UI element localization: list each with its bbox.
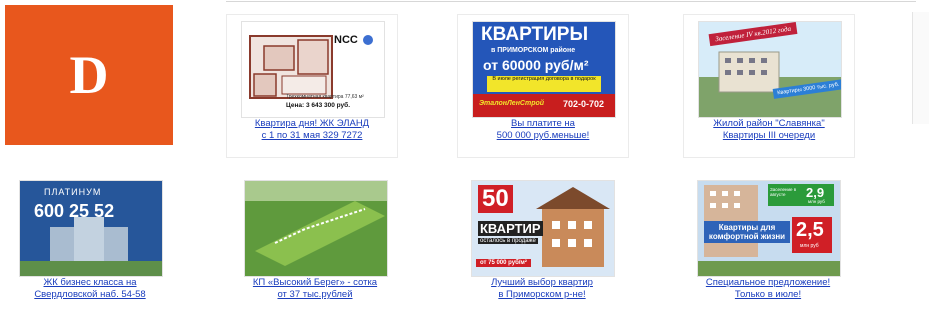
logo-letter: D bbox=[69, 45, 109, 105]
ad-phone: 702-0-702 bbox=[563, 99, 605, 109]
badge-top-unit: млн руб bbox=[808, 199, 825, 204]
ad-caption[interactable]: Вы платите на 500 000 руб.меньше! bbox=[458, 118, 628, 142]
ad-caption[interactable]: Специальное предложение! Только в июле! bbox=[683, 277, 853, 301]
ad-subtitle: в ПРИМОРСКОМ районе bbox=[491, 47, 576, 54]
brand-name: ПЛАТИНУМ bbox=[44, 187, 102, 197]
caption-line[interactable]: КП «Высокий Берег» - сотка bbox=[230, 277, 400, 289]
brand-phone: 600 25 52 bbox=[34, 201, 115, 221]
plan-text: Трехкомнатная квартира 77,63 м² bbox=[286, 94, 364, 100]
ad-card-vysokiy-bereg[interactable]: КП «Высокий Берег» - сотка от 37 тыс.руб… bbox=[230, 172, 400, 312]
caption-line[interactable]: Квартира дня! ЖК ЭЛАНД bbox=[227, 118, 397, 130]
caption-line[interactable]: 500 000 руб.меньше! bbox=[458, 130, 628, 142]
ad-caption[interactable]: Жилой район "Славянка" Квартиры III очер… bbox=[684, 118, 854, 142]
caption-line[interactable]: от 37 тыс.рублей bbox=[230, 289, 400, 301]
ad-company: ЭталонЛенСтрой bbox=[479, 100, 545, 107]
ad-image-50-kvartir[interactable]: 50 КВАРТИР осталось в продаже от 75 000 … bbox=[471, 180, 615, 277]
ad-card-platinum[interactable]: ПЛАТИНУМ 600 25 52 ЖК бизнес класса на С… bbox=[5, 172, 175, 312]
caption-line[interactable]: Вы платите на bbox=[458, 118, 628, 130]
ad-card-50-kvartir[interactable]: 50 КВАРТИР осталось в продаже от 75 000 … bbox=[457, 172, 627, 312]
site-logo[interactable]: D bbox=[5, 5, 173, 145]
caption-line[interactable]: Жилой район "Славянка" bbox=[684, 118, 854, 130]
ad-title: КВАРТИР bbox=[478, 221, 543, 236]
ad-card-primorsky[interactable]: КВАРТИРЫ в ПРИМОРСКОМ районе от 60000 ру… bbox=[457, 14, 629, 158]
ad-image-primorsky[interactable]: КВАРТИРЫ в ПРИМОРСКОМ районе от 60000 ру… bbox=[472, 21, 616, 118]
ncc-brand: NCC bbox=[334, 34, 358, 46]
ad-image-slavyanka[interactable]: Заселение IV кв.2012 года Квартиры 3000 … bbox=[698, 21, 842, 118]
aerial-photo bbox=[245, 181, 387, 276]
caption-line[interactable]: ЖК бизнес класса на bbox=[5, 277, 175, 289]
caption-line[interactable]: с 1 по 31 мая 329 7272 bbox=[227, 130, 397, 142]
badge-main-value: 2,5 bbox=[796, 219, 824, 241]
ad-price: от 75 000 руб/м² bbox=[476, 259, 531, 267]
caption-line[interactable]: Свердловской наб. 54-58 bbox=[5, 289, 175, 301]
caption-line[interactable]: Лучший выбор квартир bbox=[457, 277, 627, 289]
ad-subtitle: осталось в продаже bbox=[478, 238, 538, 244]
ad-title: КВАРТИРЫ bbox=[481, 24, 589, 45]
ad-note: В июле регистрация договора в подарок bbox=[487, 76, 601, 92]
ad-caption[interactable]: КП «Высокий Берег» - сотка от 37 тыс.руб… bbox=[230, 277, 400, 301]
ad-caption[interactable]: ЖК бизнес класса на Свердловской наб. 54… bbox=[5, 277, 175, 301]
ad-number: 50 bbox=[478, 185, 513, 213]
plan-price: Цена: 3 643 300 руб. bbox=[286, 102, 350, 109]
badge-top-label: Заселение в августе bbox=[770, 187, 797, 197]
badge-main-unit: млн руб bbox=[800, 243, 819, 249]
ad-card-eland[interactable]: NCC Трехкомнатная квартира 77,63 м² Цена… bbox=[226, 14, 398, 158]
ad-card-special-offer[interactable]: Заселение в августе 2,9 млн руб Квартиры… bbox=[683, 172, 853, 312]
ad-headline: Квартиры для комфортной жизни bbox=[704, 221, 790, 243]
badge-main: 2,5 млн руб bbox=[792, 217, 832, 253]
ad-caption[interactable]: Квартира дня! ЖК ЭЛАНД с 1 по 31 мая 329… bbox=[227, 118, 397, 142]
ad-image-eland[interactable]: NCC Трехкомнатная квартира 77,63 м² Цена… bbox=[241, 21, 385, 118]
badge-top-value: 2,9 bbox=[806, 185, 825, 200]
ad-image-platinum[interactable]: ПЛАТИНУМ 600 25 52 bbox=[19, 180, 163, 277]
ad-card-slavyanka[interactable]: Заселение IV кв.2012 года Квартиры 3000 … bbox=[683, 14, 855, 158]
caption-line[interactable]: Специальное предложение! bbox=[683, 277, 853, 289]
caption-line[interactable]: в Приморском р-не! bbox=[457, 289, 627, 301]
ad-price: от 60000 руб/м² bbox=[483, 57, 589, 73]
badge-top: Заселение в августе 2,9 млн руб bbox=[768, 184, 834, 206]
ad-image-special-offer[interactable]: Заселение в августе 2,9 млн руб Квартиры… bbox=[697, 180, 841, 277]
ad-caption[interactable]: Лучший выбор квартир в Приморском р-не! bbox=[457, 277, 627, 301]
caption-line[interactable]: Квартиры III очереди bbox=[684, 130, 854, 142]
top-divider bbox=[226, 1, 916, 2]
ad-image-vysokiy-bereg[interactable] bbox=[244, 180, 388, 277]
clipped-ad-edge bbox=[912, 12, 929, 124]
caption-line[interactable]: Только в июле! bbox=[683, 289, 853, 301]
